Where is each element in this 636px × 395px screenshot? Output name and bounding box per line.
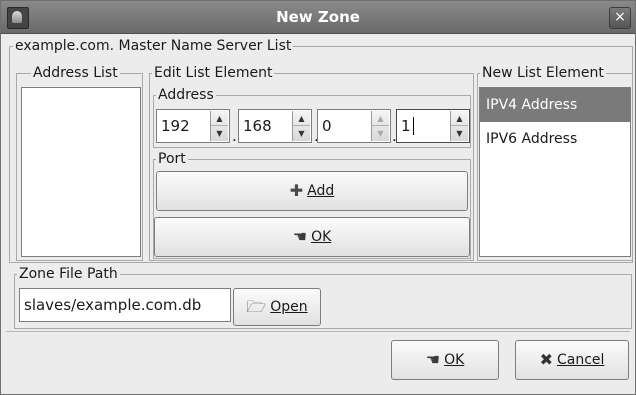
- chevron-up-icon[interactable]: ▲: [211, 111, 228, 126]
- add-button-label: Add: [307, 183, 335, 199]
- address-octet-1-value: 192: [161, 117, 190, 135]
- octet-separator: .: [232, 127, 237, 145]
- address-octet-3-value: 0: [322, 117, 332, 135]
- spin-buttons[interactable]: ▲ ▼: [450, 111, 468, 141]
- text-cursor: [413, 117, 414, 135]
- ok-list-button-label: OK: [311, 229, 332, 245]
- x-icon: ✖: [539, 350, 553, 369]
- hand-ok-icon: ☚: [292, 227, 308, 246]
- cancel-button[interactable]: ✖ Cancel: [515, 340, 629, 380]
- zone-file-path-input[interactable]: slaves/example.com.db: [19, 288, 231, 322]
- ok-list-button[interactable]: ☚ OK: [154, 217, 470, 257]
- chevron-up-icon[interactable]: ▲: [293, 111, 310, 126]
- zone-file-path-legend: Zone File Path: [19, 266, 118, 282]
- footer-separator: [6, 331, 630, 332]
- chevron-up-icon[interactable]: ▲: [372, 111, 389, 126]
- address-octet-4[interactable]: 1 ▲ ▼: [396, 109, 470, 143]
- address-octet-3[interactable]: 0 ▲ ▼: [317, 109, 391, 143]
- ok-button-label: OK: [444, 352, 465, 368]
- plus-icon: ✚: [289, 181, 304, 200]
- new-zone-dialog: New Zone × example.com. Master Name Serv…: [0, 0, 636, 395]
- chevron-down-icon[interactable]: ▼: [372, 126, 389, 141]
- chevron-up-icon[interactable]: ▲: [451, 111, 468, 126]
- edit-list-element-legend: Edit List Element: [154, 65, 273, 81]
- title-bar[interactable]: New Zone ×: [1, 1, 635, 34]
- port-legend: Port: [158, 151, 186, 167]
- open-button[interactable]: 🗁 Open: [233, 288, 321, 326]
- spin-buttons[interactable]: ▲ ▼: [292, 111, 310, 141]
- ok-button[interactable]: ☚ OK: [391, 340, 499, 380]
- add-button[interactable]: ✚ Add: [156, 171, 468, 211]
- address-octet-2-value: 168: [243, 117, 272, 135]
- address-octet-2[interactable]: 168 ▲ ▼: [238, 109, 312, 143]
- list-item-ipv6[interactable]: IPV6 Address: [480, 122, 630, 156]
- master-list-legend: example.com. Master Name Server List: [15, 38, 292, 54]
- zone-file-path-value: slaves/example.com.db: [24, 296, 202, 314]
- chevron-down-icon[interactable]: ▼: [451, 126, 468, 141]
- address-list[interactable]: [21, 87, 141, 257]
- spin-buttons[interactable]: ▲ ▼: [371, 111, 389, 141]
- spin-buttons[interactable]: ▲ ▼: [210, 111, 228, 141]
- hand-ok-icon: ☚: [425, 350, 441, 369]
- list-item-ipv4[interactable]: IPV4 Address: [480, 88, 630, 122]
- new-list-element-legend: New List Element: [482, 65, 604, 81]
- chevron-down-icon[interactable]: ▼: [211, 126, 228, 141]
- new-list-element-list[interactable]: IPV4 Address IPV6 Address: [479, 87, 631, 257]
- address-legend: Address: [158, 87, 214, 103]
- address-list-legend: Address List: [33, 65, 118, 81]
- address-octet-4-value: 1: [401, 117, 411, 135]
- folder-open-icon: 🗁: [246, 297, 267, 316]
- address-octet-1[interactable]: 192 ▲ ▼: [156, 109, 230, 143]
- chevron-down-icon[interactable]: ▼: [293, 126, 310, 141]
- window-title: New Zone: [276, 8, 360, 26]
- open-button-label: Open: [270, 299, 308, 315]
- cancel-button-label: Cancel: [556, 352, 605, 368]
- close-button[interactable]: ×: [609, 7, 631, 29]
